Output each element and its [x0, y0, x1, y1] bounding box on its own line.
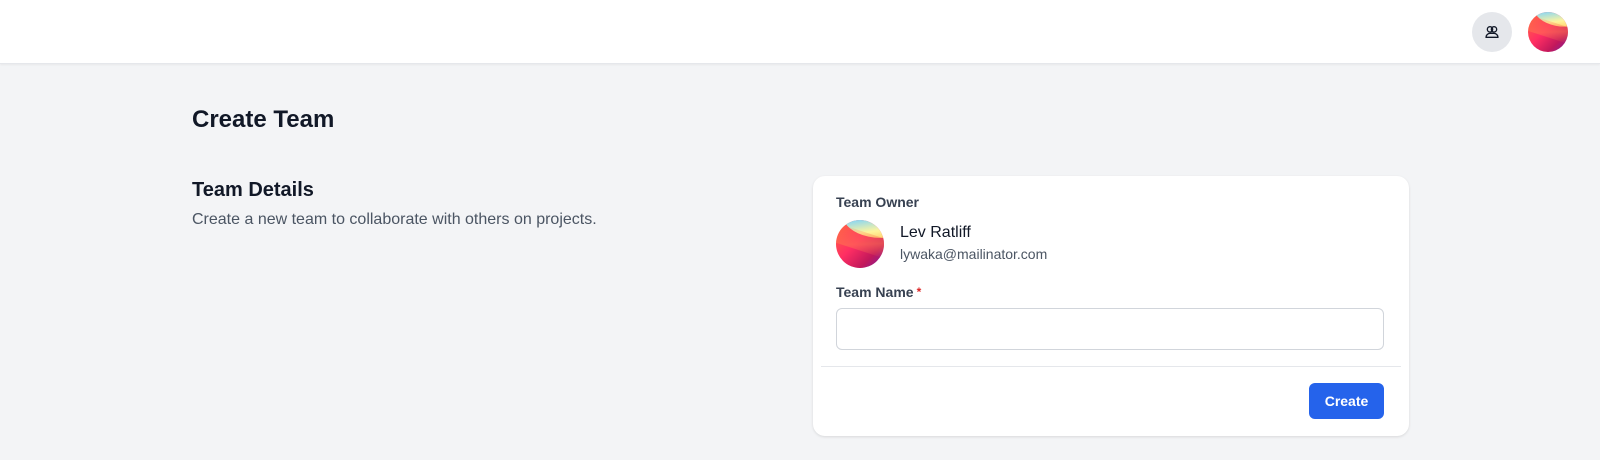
required-marker: * — [916, 285, 922, 299]
users-icon — [1485, 26, 1499, 38]
create-button[interactable]: Create — [1309, 383, 1384, 419]
section-title: Team Details — [192, 179, 314, 201]
form-divider — [821, 366, 1401, 367]
team-name-label-text: Team Name — [836, 284, 914, 300]
team-switcher-button[interactable] — [1472, 12, 1512, 52]
create-team-form-card: Team Owner Lev Ratliff lywaka@mailinator… — [813, 176, 1409, 436]
team-name-label: Team Name * — [836, 282, 921, 302]
owner-name: Lev Ratliff — [900, 224, 971, 241]
owner-avatar — [836, 220, 884, 268]
section-description: Create a new team to collaborate with ot… — [192, 211, 597, 228]
team-owner-label: Team Owner — [836, 194, 919, 210]
page-title: Create Team — [192, 106, 335, 133]
top-navigation-bar — [0, 0, 1600, 64]
user-avatar-button[interactable] — [1528, 12, 1568, 52]
owner-email: lywaka@mailinator.com — [900, 246, 1048, 262]
team-name-input[interactable] — [836, 308, 1384, 350]
